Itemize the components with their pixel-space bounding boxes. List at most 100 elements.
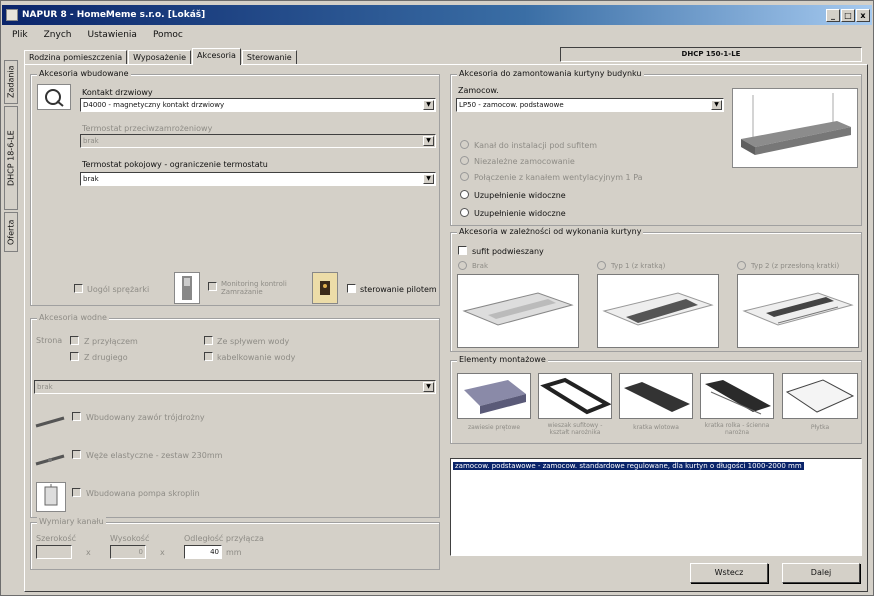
- remote-control-icon: [320, 281, 330, 295]
- mounting-label: Zamocow.: [458, 86, 499, 95]
- tab-control[interactable]: Sterowanie: [241, 50, 297, 65]
- description-selected-text: zamocow. podstawowe - zamocow. standardo…: [453, 462, 804, 470]
- variant-radio-3[interactable]: [737, 261, 746, 270]
- rod-hanger-icon: [464, 380, 526, 414]
- chevron-down-icon[interactable]: ▼: [423, 136, 434, 146]
- side-option-2: Z drugiego: [84, 353, 128, 362]
- element-label-2: wieszak sufitowy - kształt narożnika: [547, 422, 603, 436]
- chevron-down-icon[interactable]: ▼: [423, 100, 434, 110]
- water-connection-select[interactable]: brak ▼: [34, 380, 436, 394]
- menu-bar: Plik Znych Ustawienia Pomoc: [2, 27, 872, 43]
- frost-thermostat-select[interactable]: brak ▼: [80, 134, 436, 148]
- door-contact-value: D4000 - magnetyczny kontakt drzwiowy: [83, 101, 225, 109]
- element-image-3[interactable]: [619, 373, 693, 419]
- room-thermostat-select[interactable]: brak ▼: [80, 172, 436, 186]
- dimension-separator-2: x: [160, 548, 165, 557]
- remote-control-checkbox[interactable]: [347, 284, 356, 293]
- vtab-tasks[interactable]: Zadania: [4, 60, 18, 104]
- suspended-ceiling-label: sufit podwieszany: [472, 247, 544, 256]
- water-checkbox-2[interactable]: [204, 352, 213, 361]
- group-title: Wymiary kanału: [37, 517, 106, 526]
- distance-label: Odległość przyłącza: [184, 534, 264, 543]
- description-box[interactable]: zamocow. podstawowe - zamocow. standardo…: [450, 458, 862, 556]
- window-title: NAPUR 8 - HomeMeme s.r.o. [Lokáš]: [22, 10, 206, 20]
- vtab-product-label: DHCP 18-6-LE: [6, 130, 16, 186]
- height-label: Wysokość: [110, 534, 150, 543]
- grille-none-icon: [462, 292, 574, 326]
- mounting-value: LP50 - zamocow. podstawowe: [459, 101, 564, 109]
- option-radio-3[interactable]: [460, 172, 469, 181]
- title-bar[interactable]: NAPUR 8 - HomeMeme s.r.o. [Lokáš] _ □ x: [2, 5, 872, 25]
- distance-input[interactable]: 40: [184, 545, 222, 559]
- menu-help[interactable]: Pomoc: [153, 30, 183, 40]
- vertical-tab-strip: Zadania DHCP 18-6-LE Oferta: [2, 48, 20, 596]
- vtab-offer[interactable]: Oferta: [4, 212, 18, 252]
- ceiling-bracket-icon: [540, 377, 612, 415]
- sensor-icon: [182, 276, 192, 300]
- mounting-select[interactable]: LP50 - zamocow. podstawowe ▼: [456, 98, 724, 112]
- back-button[interactable]: Wstecz: [690, 563, 768, 583]
- menu-view[interactable]: Znych: [44, 30, 72, 40]
- variant-radio-2[interactable]: [597, 261, 606, 270]
- height-input[interactable]: 0: [110, 545, 146, 559]
- group-title: Akcesoria do zamontowania kurtyny budynk…: [457, 69, 644, 78]
- chevron-down-icon[interactable]: ▼: [423, 382, 434, 392]
- room-thermostat-label: Termostat pokojowy - ograniczenie termos…: [82, 160, 268, 169]
- hose-checkbox[interactable]: [72, 450, 81, 459]
- element-image-4[interactable]: [700, 373, 774, 419]
- water-option-1: Ze spływem wody: [217, 337, 290, 346]
- door-contact-label: Kontakt drzwiowy: [82, 88, 153, 97]
- tab-room[interactable]: Rodzina pomieszczenia: [24, 50, 128, 65]
- suspended-ceiling-checkbox[interactable]: [458, 246, 467, 255]
- plate-icon: [785, 379, 855, 413]
- option-radio-4[interactable]: [460, 190, 469, 199]
- element-image-2[interactable]: [538, 373, 612, 419]
- element-image-5[interactable]: [782, 373, 858, 419]
- option-label-5: Uzupełnienie widoczne: [474, 209, 566, 218]
- menu-file[interactable]: Plik: [12, 30, 28, 40]
- water-checkbox-1[interactable]: [204, 336, 213, 345]
- variant-image-2[interactable]: [597, 274, 719, 348]
- remote-control-label: sterowanie pilotem: [360, 285, 437, 294]
- width-label: Szerokość: [36, 534, 77, 543]
- option-label-3: Połączenie z kanałem wentylacyjnym 1 Pa: [474, 173, 643, 182]
- grille-type2-icon: [742, 292, 854, 326]
- minimize-button[interactable]: _: [826, 8, 840, 22]
- wall-grille-icon: [705, 380, 771, 415]
- option-radio-5[interactable]: [460, 208, 469, 217]
- product-code-box: DHCP 150-1-LE: [560, 47, 862, 62]
- hose-icon: [35, 454, 65, 466]
- vtab-product[interactable]: DHCP 18-6-LE: [4, 106, 18, 210]
- option-radio-1[interactable]: [460, 140, 469, 149]
- variant-radio-1[interactable]: [458, 261, 467, 270]
- frost-monitor-label: Monitoring kontroli Zamrażanie: [221, 280, 287, 296]
- element-image-1[interactable]: [457, 373, 531, 419]
- frost-monitor-checkbox[interactable]: [208, 282, 217, 291]
- menu-settings[interactable]: Ustawienia: [88, 30, 137, 40]
- pump-checkbox[interactable]: [72, 488, 81, 497]
- chevron-down-icon[interactable]: ▼: [711, 100, 722, 110]
- maximize-button[interactable]: □: [841, 8, 855, 22]
- door-contact-select[interactable]: D4000 - magnetyczny kontakt drzwiowy ▼: [80, 98, 436, 112]
- width-input[interactable]: [36, 545, 72, 559]
- group-title: Akcesoria w zależności od wykonania kurt…: [457, 227, 644, 236]
- variant-image-3[interactable]: [737, 274, 859, 348]
- distance-unit: mm: [226, 548, 242, 557]
- compressor-checkbox[interactable]: [74, 284, 83, 293]
- option-radio-2[interactable]: [460, 156, 469, 165]
- element-label-1: zawiesie prętowe: [467, 424, 521, 431]
- side-checkbox-1[interactable]: [70, 336, 79, 345]
- variant-image-1[interactable]: [457, 274, 579, 348]
- close-button[interactable]: x: [856, 8, 870, 22]
- option-label-1: Kanał do instalacji pod sufitem: [474, 141, 598, 150]
- chevron-down-icon[interactable]: ▼: [423, 174, 434, 184]
- side-checkbox-2[interactable]: [70, 352, 79, 361]
- door-contact-image: [37, 84, 71, 110]
- tab-accessories[interactable]: Akcesoria: [192, 48, 241, 65]
- side-option-1: Z przyłączem: [84, 337, 138, 346]
- grille-type1-icon: [602, 292, 714, 326]
- tab-equipment[interactable]: Wyposażenie: [128, 50, 191, 65]
- sensor-image: [174, 272, 200, 304]
- valve-checkbox[interactable]: [72, 412, 81, 421]
- next-button[interactable]: Dalej: [782, 563, 860, 583]
